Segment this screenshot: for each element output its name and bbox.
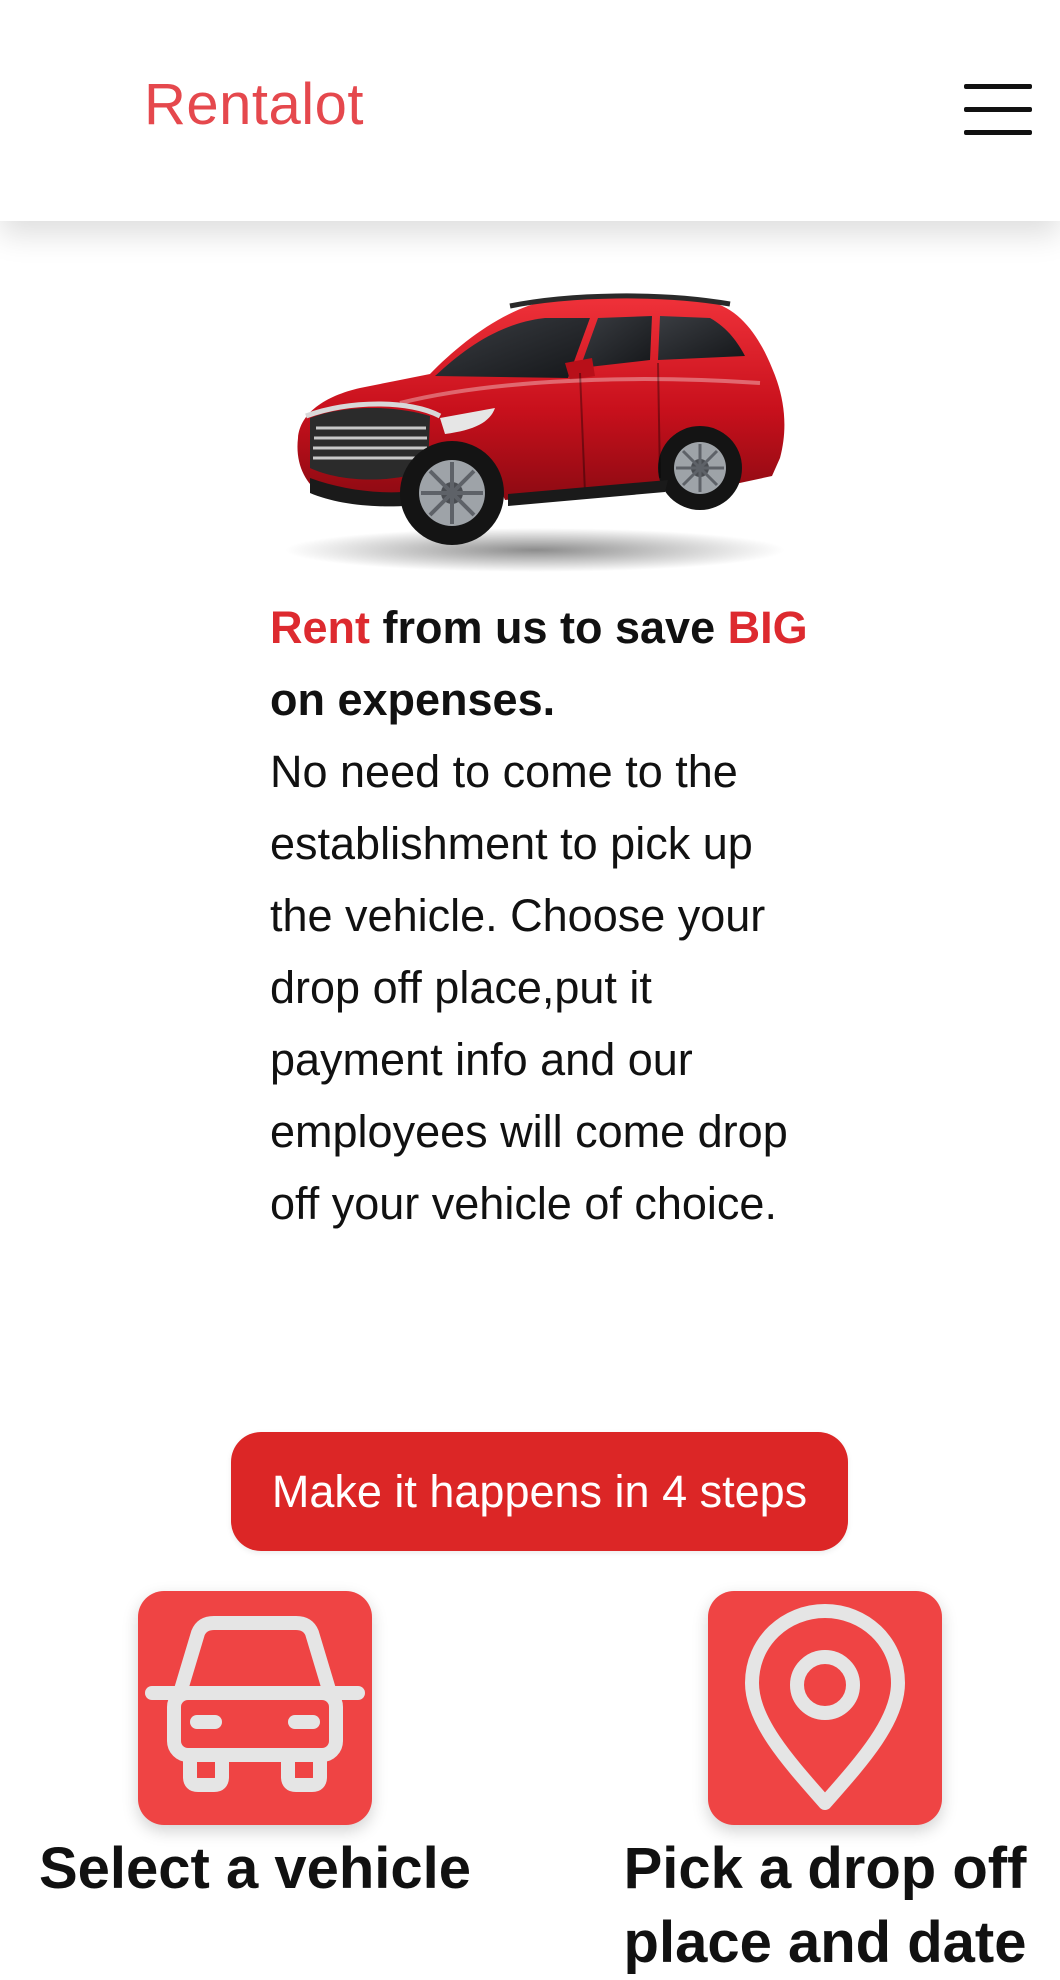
location-pin-icon (745, 1604, 905, 1810)
headline-text-2: on expenses. (270, 674, 556, 725)
step-select-vehicle-tile[interactable] (138, 1591, 372, 1825)
brand-logo[interactable]: Rentalot (144, 70, 364, 140)
steps-cta-button[interactable]: Make it happens in 4 steps (231, 1432, 848, 1551)
step-select-vehicle-title: Select a vehicle (38, 1836, 472, 1901)
step-drop-off-tile[interactable] (708, 1591, 942, 1825)
red-suv-image (285, 293, 785, 572)
headline-accent-rent: Rent (270, 602, 370, 653)
step-drop-off-title: Pick a drop off place and date (623, 1836, 1027, 1975)
hamburger-menu-icon[interactable] (964, 82, 1032, 138)
headline-text-1: from us to save (370, 602, 728, 653)
intro-section: Rent from us to save BIG on expenses. No… (270, 592, 820, 1240)
intro-body: No need to come to the establishment to … (270, 746, 788, 1229)
menu-bar (964, 107, 1032, 112)
site-header: Rentalot (0, 0, 1060, 221)
menu-bar (964, 84, 1032, 89)
car-icon (145, 1616, 365, 1792)
menu-bar (964, 130, 1032, 135)
headline-accent-big: BIG (727, 602, 808, 653)
intro-headline: Rent from us to save BIG on expenses. (270, 592, 820, 736)
